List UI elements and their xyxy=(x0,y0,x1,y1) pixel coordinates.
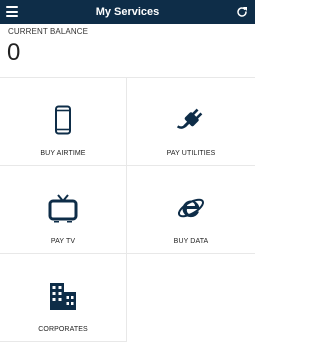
service-label: BUY AIRTIME xyxy=(40,150,86,157)
mobile-phone-icon xyxy=(48,105,78,135)
service-buy-data[interactable]: BUY DATA xyxy=(127,166,255,254)
current-balance-value: 0 xyxy=(7,39,21,66)
current-balance-panel: CURRENT BALANCE 0 xyxy=(0,24,255,77)
power-plug-icon xyxy=(176,105,206,135)
internet-explorer-icon xyxy=(176,193,206,223)
service-label: BUY DATA xyxy=(173,238,209,245)
app-header: My Services xyxy=(0,0,255,24)
current-balance-label: CURRENT BALANCE xyxy=(8,27,89,36)
service-pay-tv[interactable]: PAY TV xyxy=(0,166,127,254)
service-pay-utilities[interactable]: PAY UTILITIES xyxy=(127,78,255,166)
tv-icon xyxy=(48,193,78,223)
services-grid: BUY AIRTIME PAY UTILITIES PAY TV BUY DAT… xyxy=(0,77,255,342)
service-label: PAY TV xyxy=(50,238,76,245)
page-title: My Services xyxy=(95,6,160,18)
service-label: CORPORATES xyxy=(38,326,88,333)
service-buy-airtime[interactable]: BUY AIRTIME xyxy=(0,78,127,166)
service-corporates[interactable]: CORPORATES xyxy=(0,254,127,342)
service-label: PAY UTILITIES xyxy=(166,150,216,157)
refresh-icon[interactable] xyxy=(236,5,248,17)
buildings-icon xyxy=(48,281,78,311)
